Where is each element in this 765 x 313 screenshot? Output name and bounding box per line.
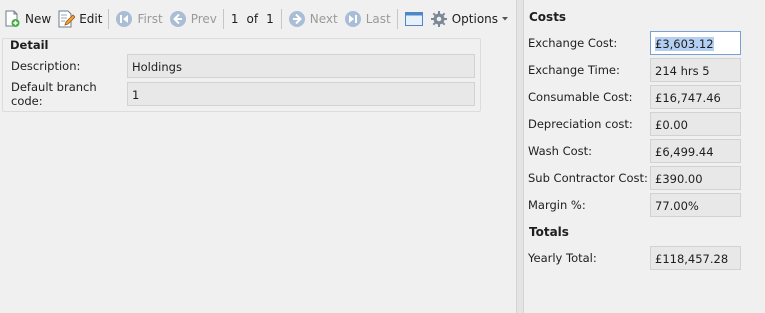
- previous-record-icon: [169, 10, 187, 28]
- consumable-cost-row: Consumable Cost: £16,747.46: [528, 85, 741, 109]
- prev-button[interactable]: Prev: [166, 7, 220, 31]
- toolbar-separator: [222, 9, 224, 29]
- window-icon: [404, 10, 424, 28]
- consumable-cost-field[interactable]: £16,747.46: [650, 85, 741, 109]
- exchange-cost-label: Exchange Cost:: [528, 36, 618, 50]
- wash-cost-row: Wash Cost: £6,499.44: [528, 139, 741, 163]
- last-record-icon: [344, 10, 362, 28]
- wash-cost-field[interactable]: £6,499.44: [650, 139, 741, 163]
- exchange-cost-value: £3,603.12: [655, 37, 714, 51]
- gear-icon: [430, 10, 448, 28]
- window-button[interactable]: [401, 7, 427, 31]
- prev-button-label: Prev: [190, 12, 217, 26]
- new-button[interactable]: New: [0, 7, 54, 31]
- last-button-label: Last: [365, 12, 391, 26]
- yearly-total-row: Yearly Total: £118,457.28: [528, 246, 741, 270]
- next-button[interactable]: Next: [285, 7, 341, 31]
- depreciation-cost-label: Depreciation cost:: [528, 117, 633, 131]
- sub-contractor-cost-row: Sub Contractor Cost: £390.00: [528, 166, 741, 190]
- depreciation-cost-field[interactable]: £0.00: [650, 112, 741, 136]
- sub-contractor-cost-field[interactable]: £390.00: [650, 166, 741, 190]
- sub-contractor-cost-label: Sub Contractor Cost:: [528, 171, 648, 185]
- consumable-cost-label: Consumable Cost:: [528, 90, 633, 104]
- margin-label: Margin %:: [528, 198, 586, 212]
- margin-field[interactable]: 77.00%: [650, 193, 741, 217]
- page-total: 1: [266, 12, 274, 26]
- totals-section-title: Totals: [529, 225, 569, 239]
- page-of-label: of: [246, 12, 259, 26]
- edit-button-label: Edit: [79, 12, 103, 26]
- first-button-label: First: [137, 12, 163, 26]
- wash-cost-label: Wash Cost:: [528, 144, 593, 158]
- yearly-total-label: Yearly Total:: [528, 251, 597, 265]
- toolbar-separator: [396, 9, 398, 29]
- exchange-time-field[interactable]: 214 hrs 5 mins: [650, 58, 741, 102]
- branch-code-label: Default branch code:: [11, 80, 97, 108]
- detail-group: Detail Description: Holdings Default bra…: [2, 38, 481, 112]
- exchange-cost-field[interactable]: £3,603.12: [650, 31, 741, 55]
- description-field[interactable]: Holdings: [127, 54, 475, 78]
- exchange-cost-row: Exchange Cost: £3,603.12: [528, 31, 741, 55]
- toolbar-separator: [280, 9, 282, 29]
- new-button-label: New: [25, 12, 52, 26]
- exchange-time-row: Exchange Time: 214 hrs 5 mins: [528, 58, 741, 102]
- margin-row: Margin %: 77.00%: [528, 193, 741, 217]
- first-button[interactable]: First: [112, 7, 165, 31]
- branch-code-field[interactable]: 1: [127, 82, 475, 106]
- costs-section-title: Costs: [529, 10, 567, 24]
- record-toolbar: New Edit First Prev 1 of 1 Next Last Opt…: [0, 6, 515, 32]
- dropdown-arrow-icon: [502, 17, 509, 21]
- description-row: Description: Holdings: [11, 54, 475, 78]
- branch-code-row: Default branch code: 1: [11, 80, 475, 108]
- exchange-time-label: Exchange Time:: [528, 63, 620, 77]
- detail-group-title: Detail: [10, 38, 49, 52]
- description-label: Description:: [11, 59, 81, 73]
- page-current: 1: [230, 12, 239, 26]
- new-document-icon: [3, 10, 21, 28]
- next-record-icon: [288, 10, 306, 28]
- yearly-total-field[interactable]: £118,457.28: [650, 246, 741, 270]
- toolbar-separator: [108, 9, 110, 29]
- depreciation-cost-row: Depreciation cost: £0.00: [528, 112, 741, 136]
- edit-document-icon: [57, 10, 76, 28]
- last-button[interactable]: Last: [341, 7, 394, 31]
- costs-panel: Costs Exchange Cost: £3,603.12 Exchange …: [524, 0, 765, 313]
- next-button-label: Next: [309, 12, 338, 26]
- options-label: Options: [451, 12, 499, 26]
- first-record-icon: [115, 10, 133, 28]
- options-dropdown[interactable]: Options: [427, 7, 511, 31]
- panel-splitter[interactable]: [516, 0, 524, 313]
- edit-button[interactable]: Edit: [54, 7, 105, 31]
